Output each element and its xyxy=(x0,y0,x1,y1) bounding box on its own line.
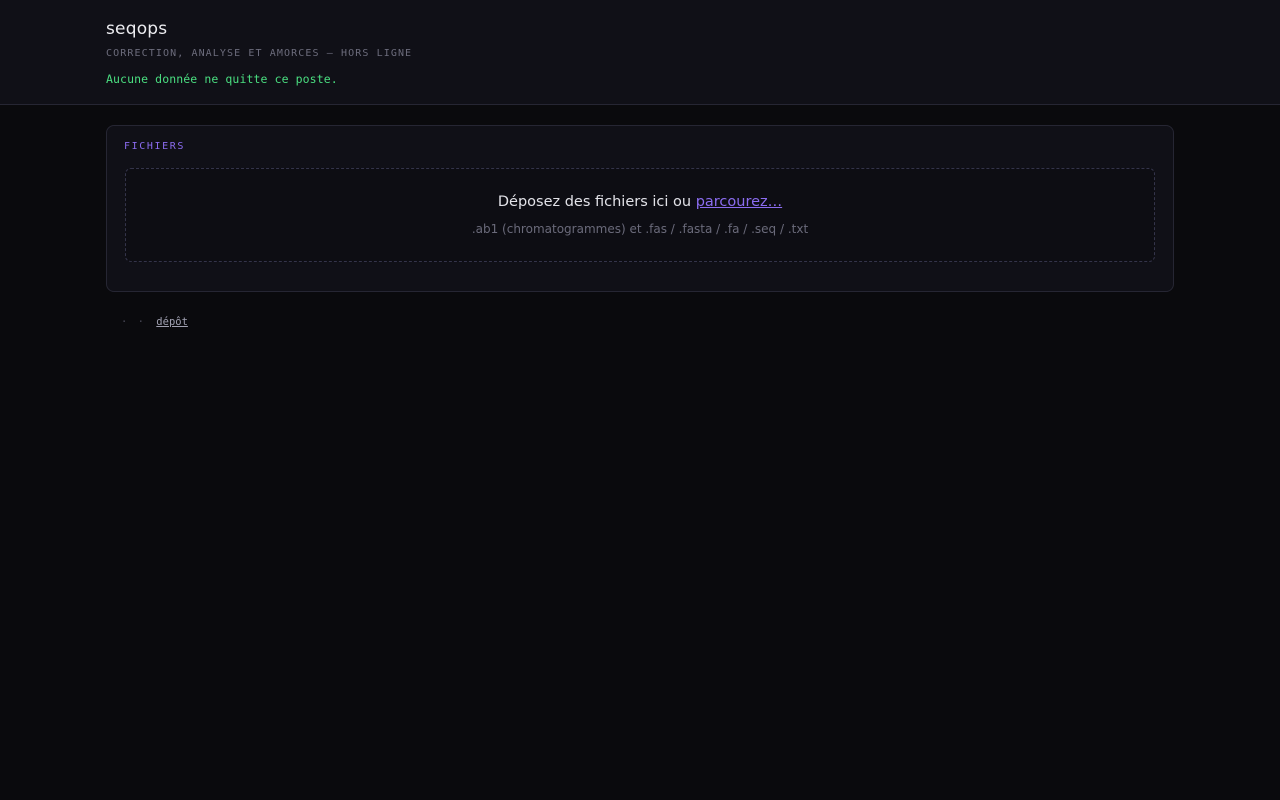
app-header: seqops Correction, analyse et amorces — … xyxy=(0,0,1280,105)
app-title: seqops xyxy=(106,19,168,39)
privacy-note: Aucune donnée ne quitte ce poste. xyxy=(106,72,338,86)
breadcrumb-separator: · · xyxy=(121,316,146,328)
files-panel-title: Fichiers xyxy=(124,141,185,152)
dropzone-prompt-text: Déposez des fichiers ici ou xyxy=(497,194,696,210)
breadcrumb: · · dépôt xyxy=(121,316,188,328)
files-panel: Fichiers Déposez des fichiers ici ou par… xyxy=(106,125,1174,292)
browse-files-link[interactable]: parcourez… xyxy=(696,194,782,210)
dropzone-prompt: Déposez des fichiers ici ou parcourez… xyxy=(126,194,1154,210)
app-subtitle: Correction, analyse et amorces — hors li… xyxy=(106,48,413,59)
dropzone-accepted-types: .ab1 (chromatogrammes) et .fas / .fasta … xyxy=(471,222,809,236)
breadcrumb-item-depot[interactable]: dépôt xyxy=(156,316,188,328)
file-dropzone[interactable]: Déposez des fichiers ici ou parcourez… .… xyxy=(125,168,1155,262)
